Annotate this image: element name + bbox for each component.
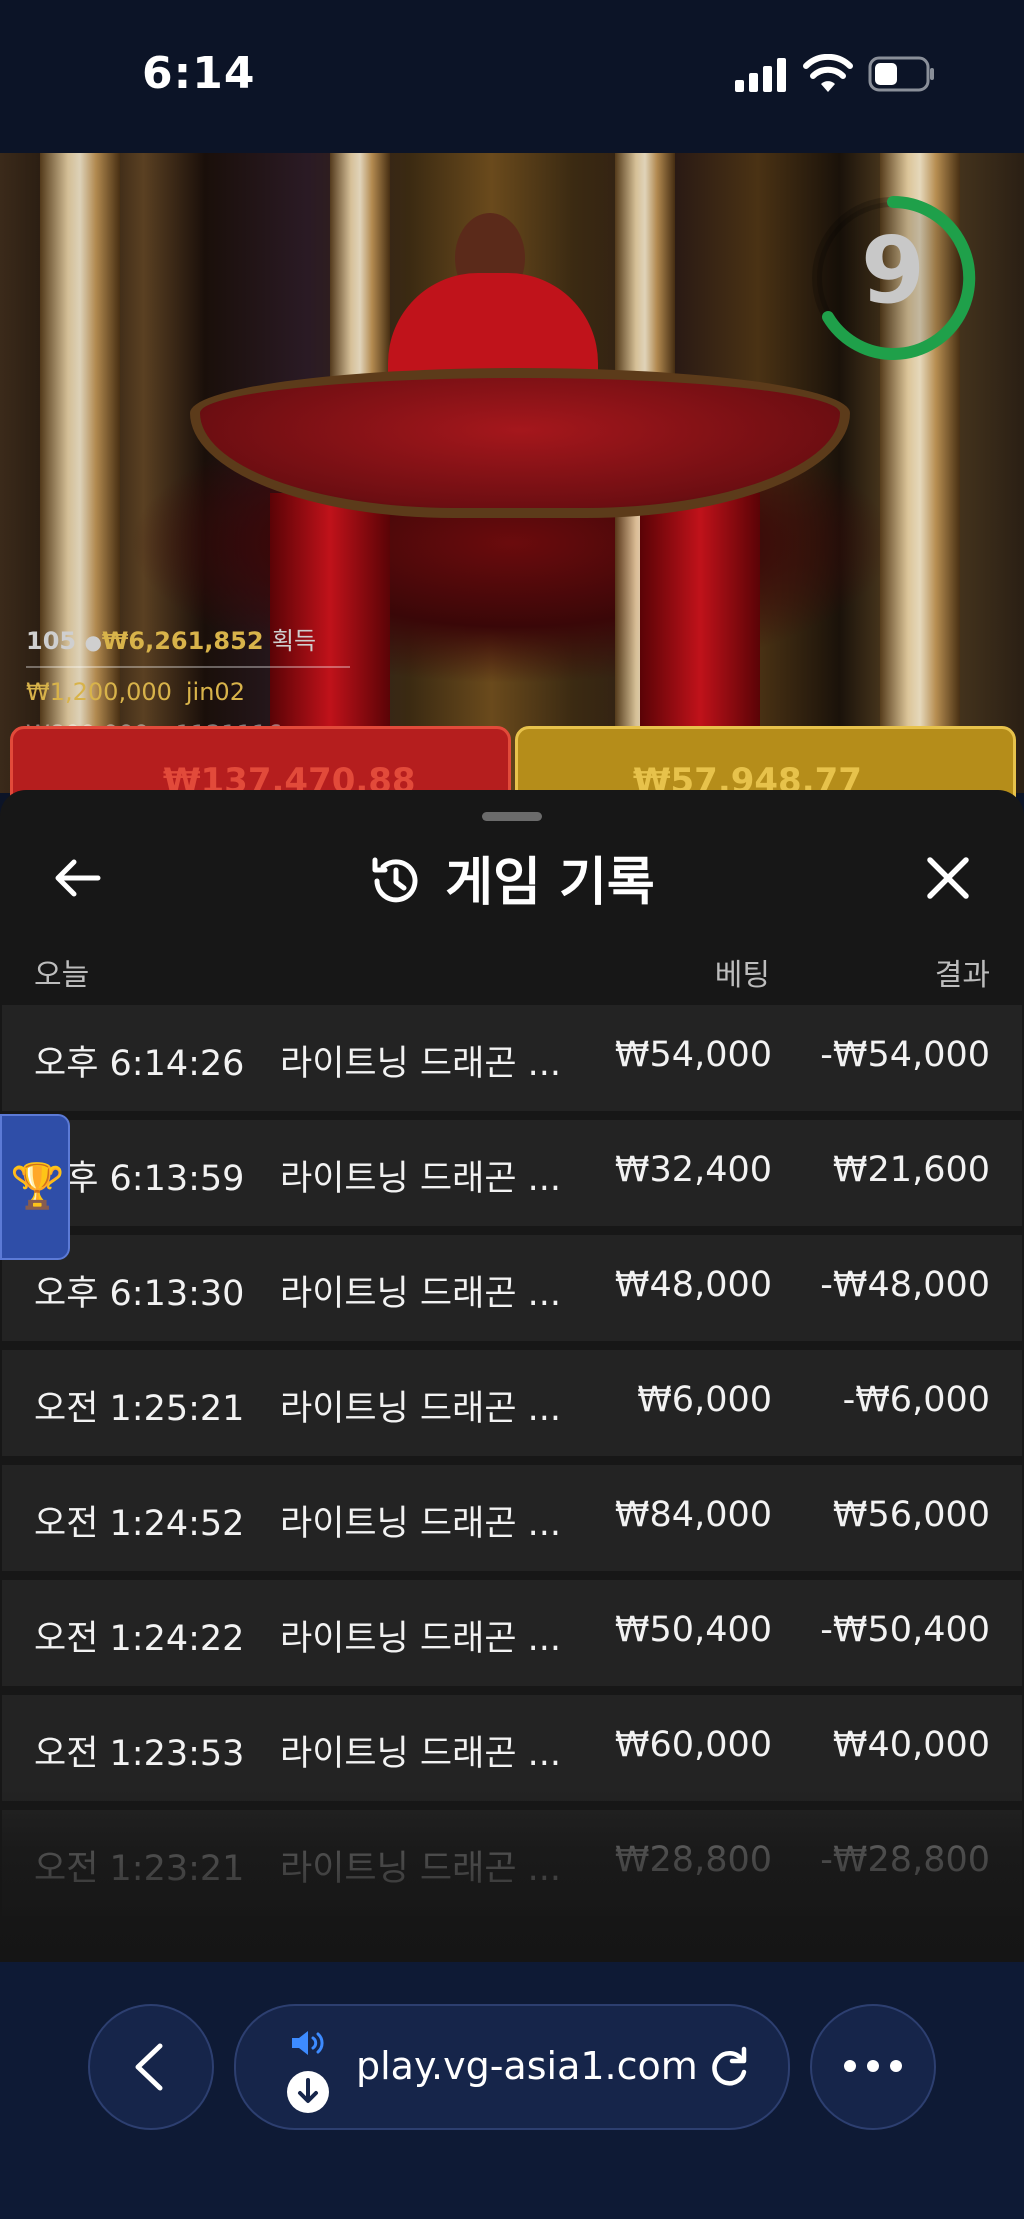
row-bet: ₩48,000 [614,1265,772,1305]
row-result: -₩28,800 [820,1840,990,1880]
row-result: -₩48,000 [820,1265,990,1305]
signal-icon [735,58,786,92]
status-time: 6:14 [142,48,256,99]
row-result: ₩21,600 [832,1150,990,1190]
row-bet: ₩54,000 [614,1035,772,1075]
battery-icon [868,56,934,92]
row-time: 오전 1:23:21 [34,1849,245,1889]
user-icon: ● [84,630,102,654]
row-game: 라이트닝 드래곤 ... [280,1734,562,1774]
leaderboard-tab[interactable]: 🏆 [0,1114,70,1260]
row-result: -₩54,000 [820,1035,990,1075]
row-time: 오후 6:13:30 [34,1274,245,1314]
winner-amount: ₩1,200,000 [26,678,172,706]
player-count: 105 [26,627,77,655]
row-game: 라이트닝 드래곤 ... [280,1619,562,1659]
winner-name: jin02 [185,678,245,706]
download-icon[interactable] [286,2070,330,2114]
row-bet: ₩32,400 [614,1150,772,1190]
history-row[interactable]: 오후 6:13:30 라이트닝 드래곤 ... ₩48,000 -₩48,000 [2,1235,1022,1341]
row-result: ₩56,000 [832,1495,990,1535]
divider [26,666,350,668]
row-bet: ₩28,800 [614,1840,772,1880]
column-bet: 베팅 [714,958,770,993]
live-video-stream: 9 105 ●₩6,261,852 획득 ₩1,200,000jin02 ₩80… [0,153,1024,793]
total-won: ₩6,261,852 [101,627,264,655]
row-game: 라이트닝 드래곤 ... [280,1849,562,1889]
sound-icon [292,2031,324,2055]
column-result: 결과 [934,958,990,993]
game-history-sheet: 게임 기록 오늘 베팅 결과 오후 6:14:26 라이트닝 드래곤 ... ₩54… [0,790,1024,1962]
browser-toolbar: play.vg-asia1.com [0,1962,1024,2219]
row-time: 오후 6:14:26 [34,1044,245,1084]
drag-handle[interactable] [482,812,542,821]
sheet-title: 게임 기록 [445,853,655,913]
reload-icon[interactable] [706,2044,752,2090]
row-result: ₩40,000 [832,1725,990,1765]
history-list: 오후 6:14:26 라이트닝 드래곤 ... ₩54,000 -₩54,000 오후 … [2,1005,1022,1925]
history-row[interactable]: 오전 1:23:21 라이트닝 드래곤 ... ₩28,800 -₩28,800 [2,1810,1022,1916]
row-bet: ₩50,400 [614,1610,772,1650]
row-game: 라이트닝 드래곤 ... [280,1389,562,1429]
row-bet: ₩60,000 [614,1725,772,1765]
sheet-title-row: 게임 기록 [0,840,1024,915]
won-label: 획득 [271,627,317,655]
history-row[interactable]: 오전 1:24:52 라이트닝 드래곤 ... ₩84,000 ₩56,000 [2,1465,1022,1571]
close-icon[interactable] [920,850,976,906]
url-text: play.vg-asia1.com [356,2044,698,2088]
countdown-number: 9 [860,217,925,324]
history-row[interactable]: 오전 1:24:22 라이트닝 드래곤 ... ₩50,400 -₩50,400 [2,1580,1022,1686]
row-bet: ₩6,000 [637,1380,772,1420]
row-game: 라이트닝 드래곤 ... [280,1159,562,1199]
more-icon [844,2060,902,2072]
row-time: 오전 1:25:21 [34,1389,245,1429]
row-result: -₩6,000 [842,1380,990,1420]
row-time: 오전 1:24:52 [34,1504,245,1544]
row-bet: ₩84,000 [614,1495,772,1535]
address-bar[interactable]: play.vg-asia1.com [234,2004,790,2130]
row-time: 오전 1:24:22 [34,1619,245,1659]
row-game: 라이트닝 드래곤 ... [280,1274,562,1314]
history-icon [372,857,418,903]
trophy-icon: 🏆 [10,1161,65,1212]
history-row[interactable]: 오전 1:25:21 라이트닝 드래곤 ... ₩6,000 -₩6,000 [2,1350,1022,1456]
history-row[interactable]: 오후 6:13:59 라이트닝 드래곤 ... ₩32,400 ₩21,600 [2,1120,1022,1226]
status-bar: 6:14 [0,0,1024,153]
row-game: 라이트닝 드래곤 ... [280,1044,562,1084]
wifi-icon [803,54,853,92]
row-game: 라이트닝 드래곤 ... [280,1504,562,1544]
history-row[interactable]: 오후 6:14:26 라이트닝 드래곤 ... ₩54,000 -₩54,000 [2,1005,1022,1111]
browser-back-button[interactable] [88,2004,214,2130]
browser-more-button[interactable] [810,2004,936,2130]
chevron-left-icon [135,2043,163,2091]
history-row[interactable]: 오전 1:23:53 라이트닝 드래곤 ... ₩60,000 ₩40,000 [2,1695,1022,1801]
column-date: 오늘 [34,958,90,993]
row-result: -₩50,400 [820,1610,990,1650]
row-time: 오전 1:23:53 [34,1734,245,1774]
